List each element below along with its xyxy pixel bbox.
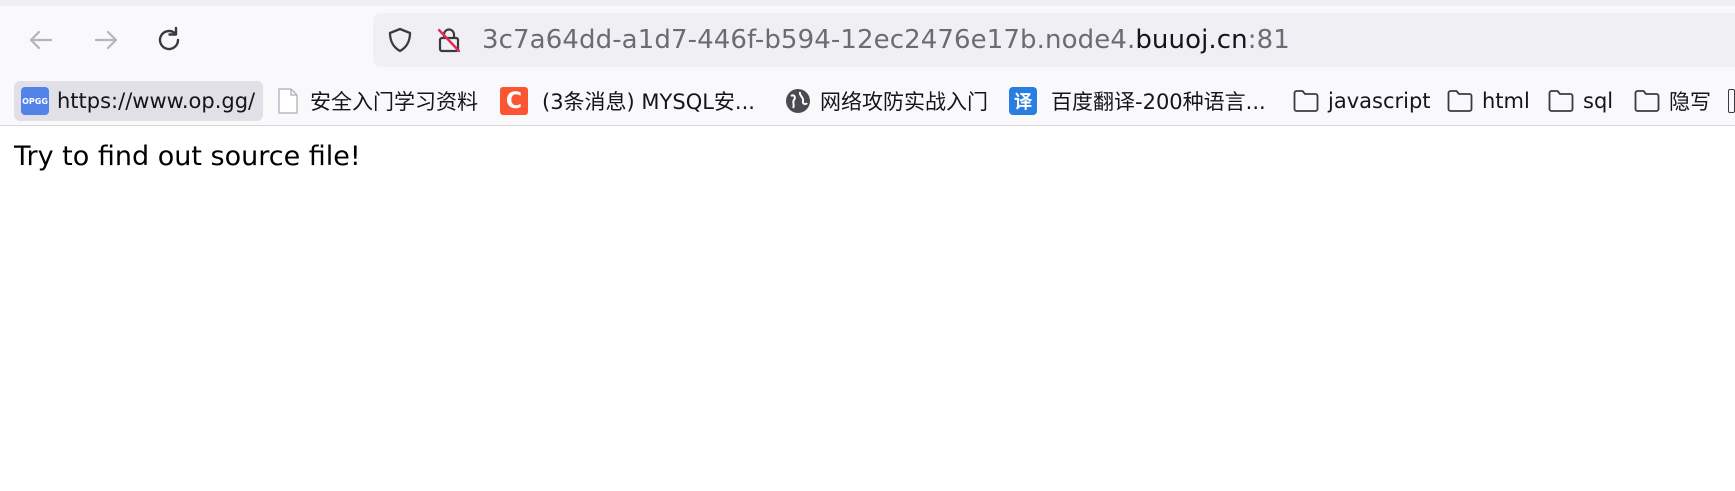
bookmark-folder-sql[interactable]: sql bbox=[1547, 81, 1613, 121]
folder-icon bbox=[1633, 87, 1661, 115]
bookmark-opgg[interactable]: OPGG https://www.op.gg/ bbox=[14, 81, 264, 121]
url-text[interactable]: 3c7a64dd-a1d7-446f-b594-12ec2476e17b.nod… bbox=[482, 23, 1290, 57]
bookmark-label: 安全入门学习资料 bbox=[310, 90, 478, 114]
address-bar[interactable]: 3c7a64dd-a1d7-446f-b594-12ec2476e17b.nod… bbox=[373, 13, 1735, 67]
bookmark-folder-javascript[interactable]: javascript bbox=[1292, 81, 1431, 121]
back-arrow-icon bbox=[27, 26, 55, 54]
back-button[interactable] bbox=[23, 22, 59, 58]
bookmark-label: 网络攻防实战入门 bbox=[820, 90, 988, 114]
opgg-favicon: OPGG bbox=[21, 87, 49, 115]
forward-button[interactable] bbox=[88, 22, 124, 58]
baidu-fanyi-favicon: 译 bbox=[1009, 87, 1037, 115]
partial-folder-icon bbox=[1728, 89, 1735, 113]
bookmark-network-attack-defense[interactable]: 网络攻防实战入门 bbox=[784, 81, 988, 121]
bookmark-label: sql bbox=[1583, 89, 1614, 113]
url-port: :81 bbox=[1247, 25, 1290, 55]
bookmark-label: 百度翻译-200种语言... bbox=[1051, 90, 1266, 114]
folder-icon bbox=[1292, 87, 1320, 115]
bookmark-baidu-fanyi[interactable]: 译 百度翻译-200种语言... bbox=[1009, 81, 1266, 121]
bookmark-label: (3条消息) MYSQL安... bbox=[542, 90, 755, 114]
bookmark-csdn-mysql[interactable]: C (3条消息) MYSQL安... bbox=[500, 81, 755, 121]
page-icon bbox=[274, 87, 302, 115]
bookmarks-toolbar: OPGG https://www.op.gg/ 安全入门学习资料 C (3条消息… bbox=[0, 79, 1735, 126]
bookmark-label: javascript bbox=[1328, 89, 1431, 113]
bookmark-folder-steganography[interactable]: 隐写 bbox=[1633, 81, 1711, 121]
reload-button[interactable] bbox=[151, 22, 187, 58]
navigation-toolbar: 3c7a64dd-a1d7-446f-b594-12ec2476e17b.nod… bbox=[0, 0, 1735, 79]
bookmark-label: 隐写 bbox=[1669, 90, 1711, 114]
url-prefix: 3c7a64dd-a1d7-446f-b594-12ec2476e17b.nod… bbox=[482, 25, 1136, 55]
bookmark-label: https://www.op.gg/ bbox=[57, 89, 256, 113]
bookmark-folder-html[interactable]: html bbox=[1446, 81, 1530, 121]
globe-icon bbox=[784, 87, 812, 115]
url-domain: buuoj.cn bbox=[1135, 25, 1248, 55]
csdn-favicon: C bbox=[500, 87, 528, 115]
page-content: Try to find out source file! bbox=[0, 126, 1735, 491]
folder-icon bbox=[1547, 87, 1575, 115]
bookmark-overflow-partial[interactable] bbox=[1728, 81, 1735, 121]
tab-strip-edge bbox=[0, 0, 1735, 6]
bookmark-label: html bbox=[1482, 89, 1530, 113]
bookmark-security-study[interactable]: 安全入门学习资料 bbox=[274, 81, 478, 121]
reload-icon bbox=[155, 26, 183, 54]
folder-icon bbox=[1446, 87, 1474, 115]
forward-arrow-icon bbox=[92, 26, 120, 54]
browser-window: 3c7a64dd-a1d7-446f-b594-12ec2476e17b.nod… bbox=[0, 0, 1735, 491]
page-message: Try to find out source file! bbox=[14, 141, 361, 172]
tracking-protection-shield-icon[interactable] bbox=[386, 26, 414, 54]
insecure-connection-lock-icon[interactable] bbox=[435, 26, 463, 54]
